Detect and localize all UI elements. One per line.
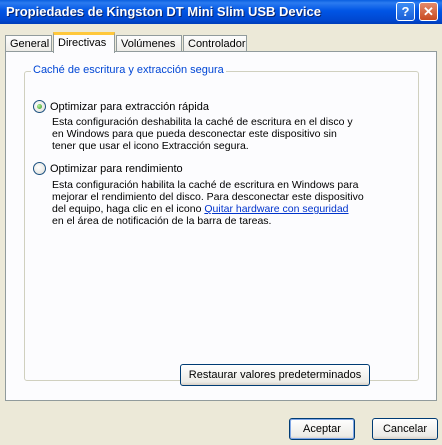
radio-quick-removal[interactable] xyxy=(33,100,46,113)
tab-general[interactable]: General xyxy=(5,35,52,52)
option-performance[interactable]: Optimizar para rendimiento xyxy=(33,162,183,175)
write-cache-groupbox: Caché de escritura y extracción segura O… xyxy=(24,64,419,381)
window-title: Propiedades de Kingston DT Mini Slim USB… xyxy=(6,4,321,19)
tab-panel: Caché de escritura y extracción segura O… xyxy=(5,51,437,401)
tab-controlador[interactable]: Controlador xyxy=(183,35,247,52)
tab-directivas[interactable]: Directivas xyxy=(53,32,115,53)
help-button[interactable]: ? xyxy=(396,2,415,21)
restore-defaults-button[interactable]: Restaurar valores predeterminados xyxy=(180,364,370,386)
option-performance-description: Esta configuración habilita la caché de … xyxy=(52,179,364,227)
radio-performance[interactable] xyxy=(33,162,46,175)
option-quick-removal-description: Esta configuración deshabilita la caché … xyxy=(52,116,353,152)
close-button[interactable]: ✕ xyxy=(419,2,438,21)
tab-volumenes[interactable]: Volúmenes xyxy=(116,35,182,52)
option-performance-label[interactable]: Optimizar para rendimiento xyxy=(50,163,183,175)
safely-remove-hardware-link[interactable]: Quitar hardware con seguridad xyxy=(204,203,348,215)
option-quick-removal[interactable]: Optimizar para extracción rápida xyxy=(33,100,209,113)
close-icon: ✕ xyxy=(423,3,434,19)
ok-button[interactable]: Aceptar xyxy=(289,418,355,440)
option-quick-removal-label[interactable]: Optimizar para extracción rápida xyxy=(50,101,209,113)
cancel-button[interactable]: Cancelar xyxy=(372,418,438,440)
help-icon: ? xyxy=(401,4,410,19)
title-bar: Propiedades de Kingston DT Mini Slim USB… xyxy=(0,0,442,24)
groupbox-title: Caché de escritura y extracción segura xyxy=(31,64,226,76)
